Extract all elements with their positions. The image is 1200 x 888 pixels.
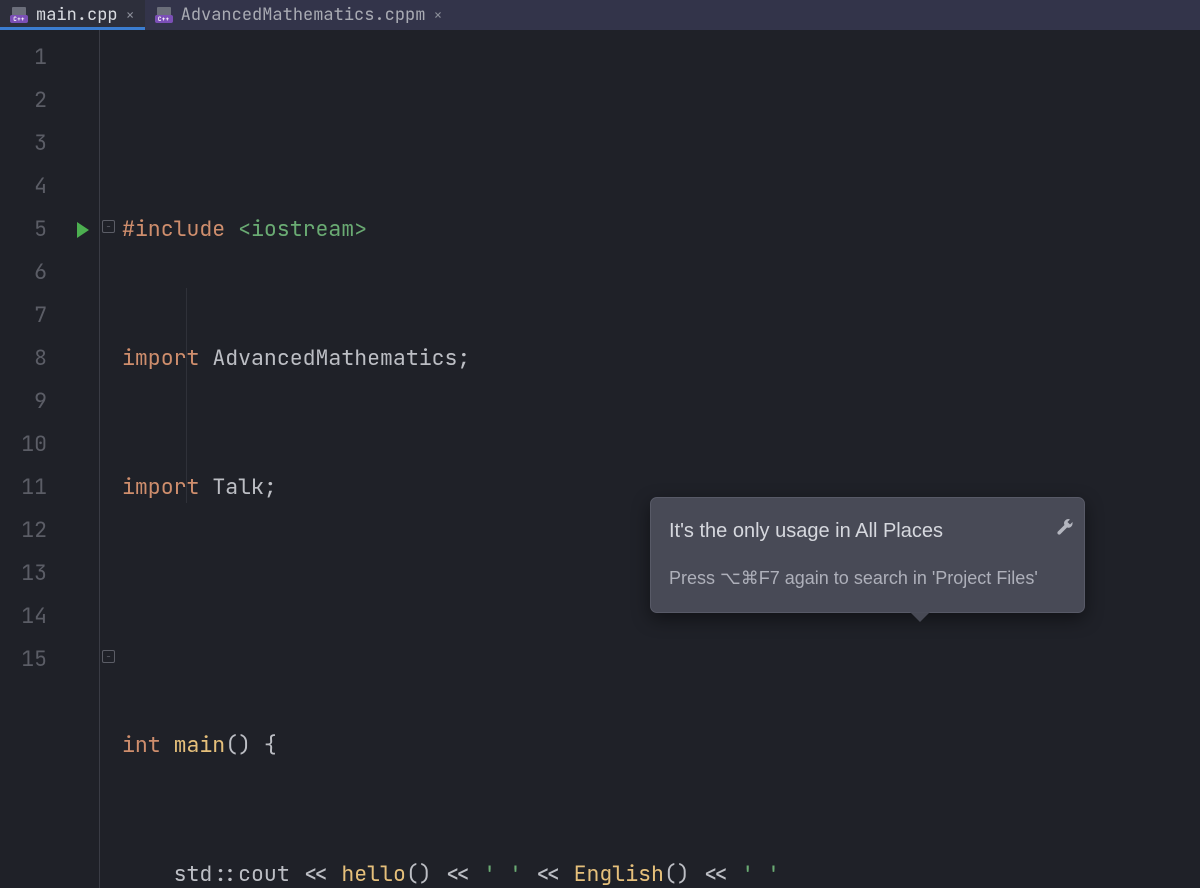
tab-main-cpp[interactable]: C++ main.cpp × [0,0,145,30]
tab-advancedmathematics[interactable]: C++ AdvancedMathematics.cppm × [145,0,453,30]
code-line[interactable]: std::cout << hello() << ' ' << English()… [122,853,1200,888]
fold-toggle-icon[interactable]: − [102,220,115,233]
cpp-file-icon: C++ [10,7,28,23]
line-number: 10 [0,423,47,466]
editor-tabs: C++ main.cpp × C++ AdvancedMathematics.c… [0,0,1200,30]
tooltip-hint: Press ⌥⌘F7 again to search in 'Project F… [669,557,1038,600]
line-number: 4 [0,165,47,208]
fold-toggle-icon[interactable]: − [102,650,115,663]
usage-tooltip: It's the only usage in All Places Press … [650,497,1085,613]
code-line[interactable]: #include <iostream> [122,208,1200,251]
line-number: 7 [0,294,47,337]
run-gutter-icon[interactable] [77,222,89,238]
tooltip-pointer [910,612,930,622]
code-line[interactable]: int main() { [122,724,1200,767]
line-number: 11 [0,466,47,509]
line-number-gutter: 1 2 3 4 5 6 7 8 9 10 11 12 13 14 15 [0,30,100,888]
fold-column: − − [100,30,118,888]
wrench-icon[interactable] [1056,508,1074,526]
line-number: 5 [0,208,47,251]
line-number: 12 [0,509,47,552]
line-number: 1 [0,36,47,79]
tooltip-title: It's the only usage in All Places [669,510,1038,553]
cpp-file-icon: C++ [155,7,173,23]
line-number: 3 [0,122,47,165]
close-icon[interactable]: × [126,5,135,25]
tab-label: AdvancedMathematics.cppm [181,4,426,26]
tab-label: main.cpp [36,4,118,26]
line-number: 15 [0,638,47,681]
code-editor[interactable]: 1 2 3 4 5 6 7 8 9 10 11 12 13 14 15 − − … [0,30,1200,888]
close-icon[interactable]: × [433,5,442,25]
line-number: 14 [0,595,47,638]
line-number: 6 [0,251,47,294]
code-area[interactable]: #include <iostream> import AdvancedMathe… [118,30,1200,888]
line-number: 8 [0,337,47,380]
line-number: 9 [0,380,47,423]
code-line[interactable]: import AdvancedMathematics; [122,337,1200,380]
line-number: 2 [0,79,47,122]
line-number: 13 [0,552,47,595]
